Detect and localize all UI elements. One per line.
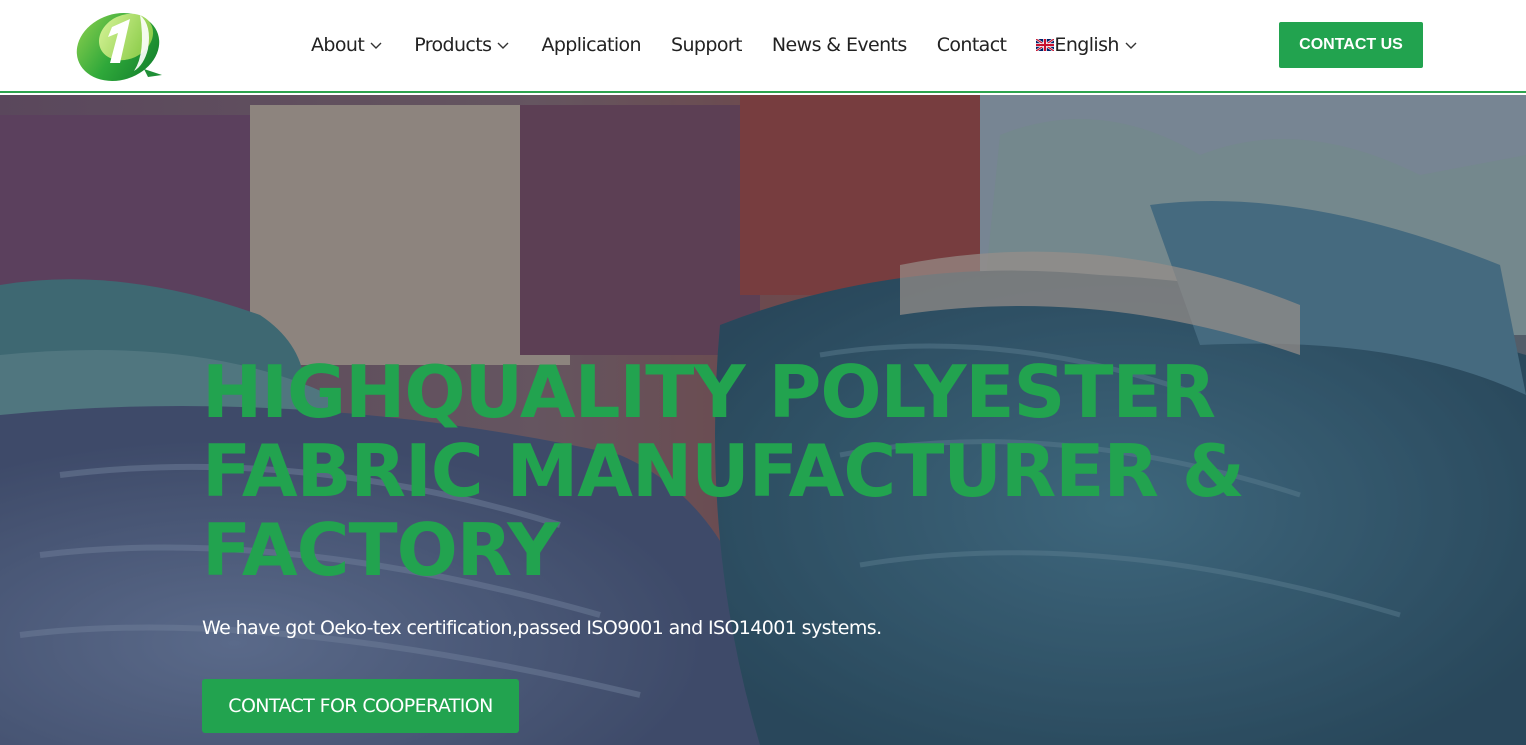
hero-title: HIGHQUALITY POLYESTER FABRIC MANUFACTURE…	[202, 353, 1302, 590]
uk-flag-icon	[1036, 39, 1055, 51]
chevron-down-icon	[1125, 42, 1137, 49]
hero-title-line-2: FABRIC MANUFACTURER &	[202, 429, 1245, 513]
nav-contact[interactable]: Contact	[937, 34, 1007, 56]
brand-logo-icon[interactable]	[74, 5, 166, 83]
main-nav: About Products Application Support News …	[311, 32, 1169, 58]
site-header: About Products Application Support News …	[0, 0, 1526, 93]
chevron-down-icon	[370, 42, 382, 49]
nav-about[interactable]: About	[311, 34, 384, 56]
contact-for-cooperation-button[interactable]: CONTACT FOR COOPERATION	[202, 679, 519, 733]
nav-products-label: Products	[414, 34, 492, 56]
nav-news-events-label: News & Events	[771, 34, 907, 56]
nav-news-events[interactable]: News & Events	[772, 34, 907, 56]
nav-support[interactable]: Support	[671, 34, 743, 56]
nav-contact-label: Contact	[936, 34, 1007, 56]
hero-title-line-3: FACTORY	[202, 508, 559, 592]
language-selector[interactable]: English	[1036, 34, 1138, 56]
nav-products[interactable]: Products	[414, 34, 511, 56]
contact-us-button[interactable]: CONTACT US	[1279, 22, 1423, 68]
nav-application-label: Application	[541, 34, 641, 56]
hero-banner: HIGHQUALITY POLYESTER FABRIC MANUFACTURE…	[0, 95, 1526, 745]
nav-support-label: Support	[671, 34, 743, 56]
nav-about-label: About	[311, 34, 365, 56]
language-label: English	[1054, 34, 1119, 56]
hero-title-line-1: HIGHQUALITY POLYESTER	[202, 350, 1216, 434]
hero-subtitle: We have got Oeko-tex certification,passe…	[202, 617, 882, 639]
chevron-down-icon	[497, 42, 509, 49]
nav-application[interactable]: Application	[541, 34, 641, 56]
